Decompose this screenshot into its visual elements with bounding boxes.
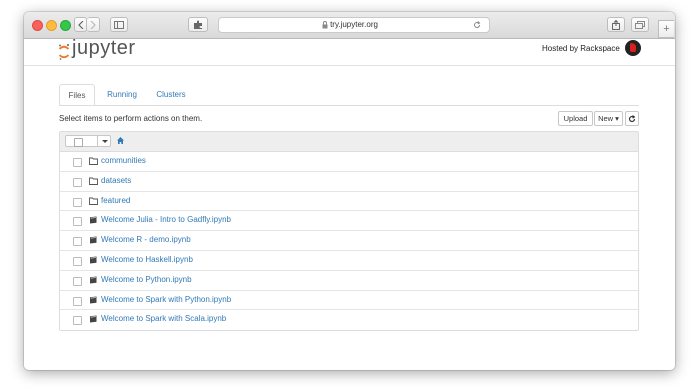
url-text: try.jupyter.org	[330, 20, 378, 29]
jupyter-logo-icon	[58, 43, 70, 60]
tab-clusters[interactable]: Clusters	[151, 84, 191, 105]
folder-icon	[89, 177, 98, 185]
rackspace-logo-icon[interactable]	[625, 40, 641, 56]
address-bar[interactable]: try.jupyter.org	[218, 17, 490, 33]
row-checkbox[interactable]	[73, 237, 82, 247]
new-tab-button[interactable]: +	[658, 20, 674, 38]
notebook-icon	[90, 315, 97, 323]
upload-button[interactable]: Upload	[558, 111, 593, 126]
file-row[interactable]: Welcome to Python.ipynb	[60, 271, 638, 291]
file-list: communities datasets featured Welcome Julia…	[59, 131, 639, 332]
forward-button[interactable]	[87, 17, 100, 32]
notebook-icon	[90, 236, 97, 244]
extension-button[interactable]	[188, 17, 208, 32]
tabs-icon	[635, 21, 645, 29]
file-row[interactable]: Welcome to Spark with Scala.ipynb	[60, 310, 638, 330]
file-row[interactable]: Welcome R - demo.ipynb	[60, 231, 638, 251]
file-row[interactable]: datasets	[60, 172, 638, 192]
file-name-link[interactable]: Welcome to Haskell.ipynb	[101, 255, 193, 264]
chevron-left-icon	[77, 20, 83, 30]
minimize-window-button[interactable]	[46, 20, 57, 31]
hosted-by-text: Hosted by Rackspace	[542, 44, 620, 53]
notebook-icon	[90, 296, 97, 304]
file-name-link[interactable]: Welcome Julia - Intro to Gadfly.ipynb	[101, 215, 231, 224]
tabs-divider	[59, 105, 639, 106]
share-button[interactable]	[607, 17, 625, 32]
row-checkbox[interactable]	[73, 256, 82, 266]
chevron-right-icon	[90, 20, 96, 30]
zoom-window-button[interactable]	[60, 20, 71, 31]
file-rows: communities datasets featured Welcome Julia…	[60, 152, 638, 330]
file-name-link[interactable]: datasets	[101, 176, 131, 185]
file-list-header	[60, 132, 638, 152]
file-name-link[interactable]: Welcome to Spark with Python.ipynb	[101, 295, 231, 304]
notebook-icon	[90, 256, 97, 264]
header-divider	[24, 65, 675, 66]
row-checkbox[interactable]	[73, 177, 82, 187]
file-name-link[interactable]: communities	[101, 156, 146, 165]
home-icon[interactable]	[117, 137, 124, 144]
tab-running[interactable]: Running	[102, 84, 142, 105]
tabs-overview-button[interactable]	[631, 17, 649, 32]
file-row[interactable]: Welcome to Haskell.ipynb	[60, 251, 638, 271]
jupyter-logo-text: jupyter	[72, 37, 136, 59]
row-checkbox[interactable]	[73, 296, 82, 306]
selection-hint: Select items to perform actions on them.	[59, 114, 203, 123]
new-dropdown-button[interactable]: New ▾	[594, 111, 623, 126]
sidebar-icon	[114, 21, 124, 29]
notebook-icon	[90, 216, 97, 224]
file-row[interactable]: communities	[60, 152, 638, 172]
reload-icon[interactable]	[473, 21, 481, 29]
file-row[interactable]: Welcome Julia - Intro to Gadfly.ipynb	[60, 211, 638, 232]
sidebar-button[interactable]	[110, 17, 128, 32]
puzzle-icon	[194, 20, 202, 29]
share-icon	[612, 19, 620, 30]
browser-toolbar: try.jupyter.org +	[24, 12, 675, 39]
select-all-checkbox[interactable]	[74, 138, 83, 147]
row-checkbox[interactable]	[73, 276, 82, 286]
folder-icon	[89, 157, 98, 165]
row-checkbox[interactable]	[73, 316, 82, 326]
file-name-link[interactable]: Welcome R - demo.ipynb	[101, 235, 191, 244]
browser-window: try.jupyter.org + jupyter Hosted by Rack…	[24, 12, 675, 370]
row-checkbox[interactable]	[73, 217, 82, 227]
select-all-dropdown[interactable]	[65, 135, 111, 147]
file-name-link[interactable]: Welcome to Spark with Scala.ipynb	[101, 314, 226, 323]
notebook-icon	[90, 276, 97, 284]
refresh-icon	[628, 115, 636, 123]
file-row[interactable]: Welcome to Spark with Python.ipynb	[60, 291, 638, 311]
refresh-button[interactable]	[625, 111, 639, 126]
close-window-button[interactable]	[32, 20, 43, 31]
jupyter-page: jupyter Hosted by Rackspace Files Runnin…	[24, 37, 675, 370]
folder-icon	[89, 197, 98, 205]
row-checkbox[interactable]	[73, 197, 82, 207]
tab-files[interactable]: Files	[59, 84, 95, 106]
file-row[interactable]: featured	[60, 192, 638, 212]
row-checkbox[interactable]	[73, 158, 82, 167]
file-name-link[interactable]: Welcome to Python.ipynb	[101, 275, 192, 284]
back-button[interactable]	[74, 17, 87, 32]
file-name-link[interactable]: featured	[101, 196, 130, 205]
caret-down-icon[interactable]	[102, 140, 108, 143]
